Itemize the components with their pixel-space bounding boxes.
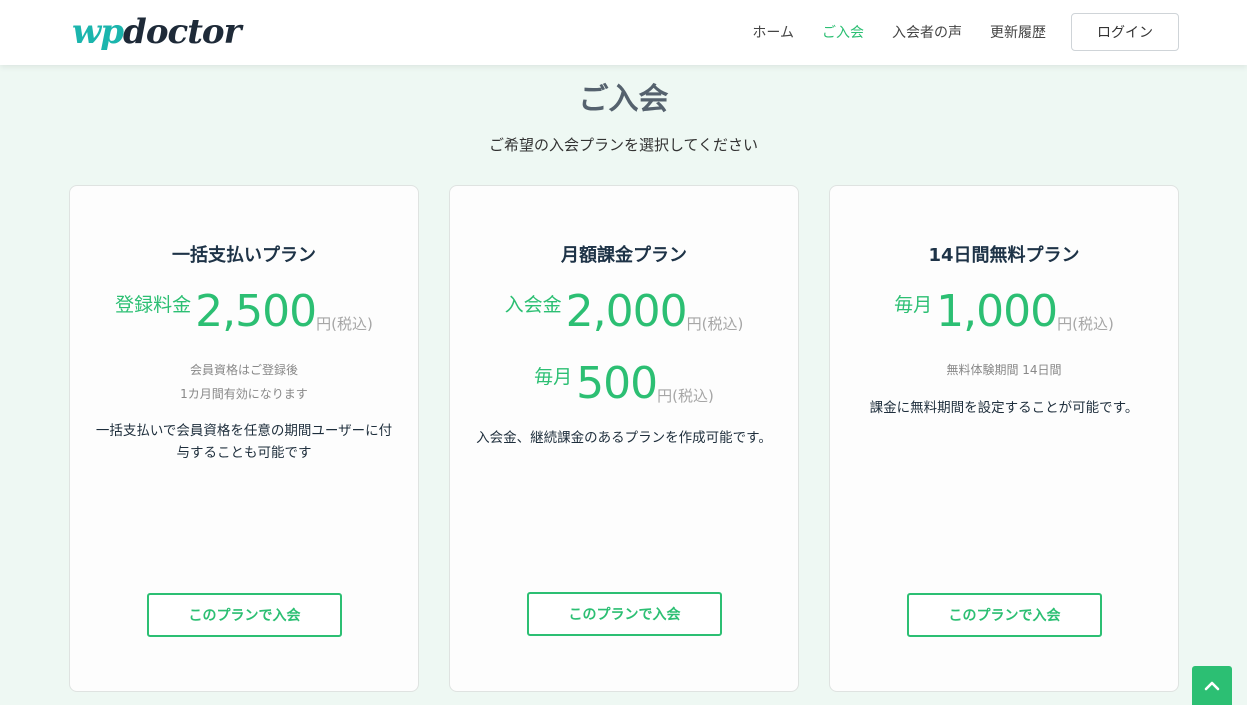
plan-card-monthly: 月額課金プラン 入会金 2,000 円(税込) 毎月 500 円(税込) 入会金… — [449, 185, 799, 692]
join-plan-button[interactable]: このプランで入会 — [147, 593, 342, 637]
plan-description: 入会金、継続課金のあるプランを作成可能です。 — [476, 430, 772, 446]
login-button[interactable]: ログイン — [1071, 13, 1179, 51]
chevron-up-icon — [1204, 676, 1220, 695]
plan-title: 月額課金プラン — [561, 245, 687, 266]
plan-note: 無料体験期間 14日間 — [946, 363, 1062, 377]
logo-wp-text: wp — [72, 12, 124, 52]
price-amount: 2,500 — [195, 286, 317, 337]
plan-description: 課金に無料期間を設定することが可能です。 — [869, 400, 1139, 416]
price-row: 毎月 1,000 円(税込) — [830, 286, 1178, 338]
price-unit: 円(税込) — [686, 315, 744, 333]
plan-title: 14日間無料プラン — [928, 245, 1080, 266]
price-label: 入会金 — [504, 294, 562, 316]
price-label: 毎月 — [894, 294, 933, 316]
nav-item-testimonials[interactable]: 入会者の声 — [892, 22, 962, 42]
plan-title: 一括支払いプラン — [172, 245, 316, 266]
plan-description: 一括支払いで会員資格を任意の期間ユーザーに付与することも可能です — [95, 423, 393, 461]
price-unit: 円(税込) — [316, 315, 373, 333]
plan-card-free-trial: 14日間無料プラン 毎月 1,000 円(税込) 無料体験期間 14日間 課金に… — [829, 185, 1179, 692]
price-amount: 500 — [576, 358, 658, 409]
plan-note: 1カ月間有効になります — [180, 387, 308, 401]
scroll-to-top-button[interactable] — [1192, 666, 1232, 705]
plan-card-lump-sum: 一括支払いプラン 登録料金 2,500 円(税込) 会員資格はご登録後 1カ月間… — [69, 185, 419, 692]
price-row: 毎月 500 円(税込) — [450, 358, 798, 410]
price-label: 登録料金 — [115, 294, 192, 316]
nav-item-changelog[interactable]: 更新履歴 — [990, 22, 1046, 42]
price-amount: 1,000 — [936, 286, 1058, 337]
page-subtitle: ご希望の入会プランを選択してください — [488, 136, 759, 154]
nav-item-join[interactable]: ご入会 — [822, 22, 864, 42]
nav-item-home[interactable]: ホーム — [752, 22, 794, 42]
join-plan-button[interactable]: このプランで入会 — [527, 592, 722, 636]
price-amount: 2,000 — [565, 286, 688, 337]
logo-doctor-text: doctor — [123, 12, 241, 52]
price-row: 登録料金 2,500 円(税込) — [70, 286, 418, 338]
main-nav: ホーム ご入会 入会者の声 更新履歴 ログイン — [724, 13, 1179, 51]
price-label: 毎月 — [534, 366, 573, 388]
join-plan-button[interactable]: このプランで入会 — [907, 593, 1102, 637]
page-title: ご入会 — [578, 82, 669, 117]
plan-note: 会員資格はご登録後 — [189, 363, 298, 377]
price-unit: 円(税込) — [657, 387, 714, 405]
price-unit: 円(税込) — [1057, 315, 1114, 333]
site-header: wpdoctor ホーム ご入会 入会者の声 更新履歴 ログイン — [0, 0, 1247, 65]
price-row: 入会金 2,000 円(税込) — [450, 286, 798, 338]
site-logo[interactable]: wpdoctor — [72, 10, 242, 54]
